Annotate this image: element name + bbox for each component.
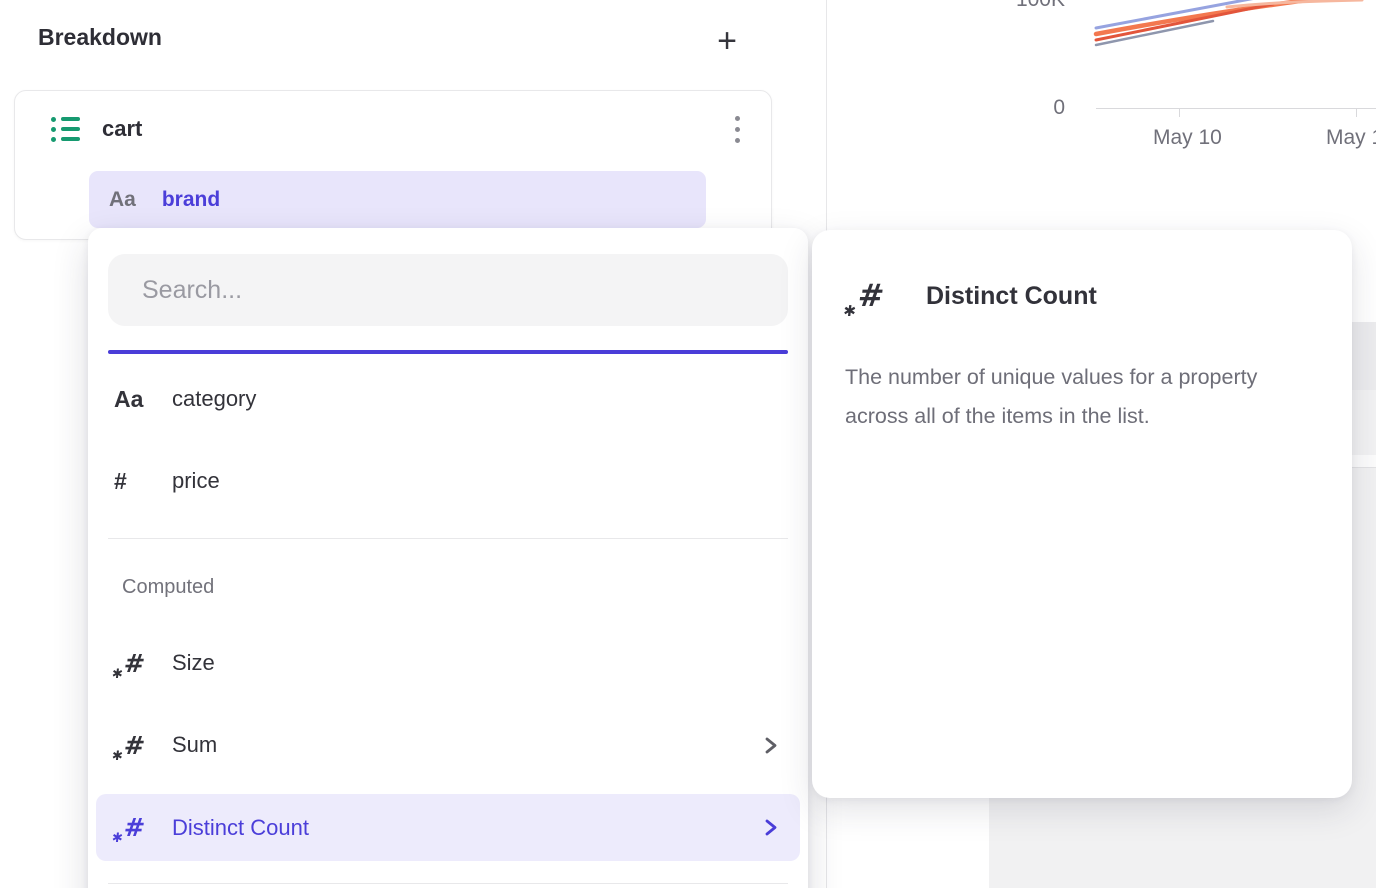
y-axis-tick-100k: 100K [1016, 0, 1065, 12]
property-dropdown: Aa category # price Computed #✱ Size #✱ … [88, 228, 808, 888]
tooltip-title: Distinct Count [926, 282, 1097, 311]
breakdown-card: cart Aa brand [14, 90, 772, 240]
property-item-price[interactable]: # price [96, 440, 800, 522]
add-breakdown-button[interactable]: + [706, 20, 748, 62]
search-input[interactable] [108, 254, 788, 326]
computed-item-size[interactable]: #✱ Size [96, 622, 800, 704]
text-type-icon: Aa [109, 188, 136, 212]
x-axis-tick [1179, 108, 1180, 117]
computed-section-label: Computed [122, 576, 214, 599]
list-icon [51, 117, 80, 142]
text-type-icon: Aa [114, 386, 172, 413]
x-axis-label-may10: May 10 [1153, 126, 1222, 150]
selected-property-chip[interactable]: Aa brand [89, 171, 706, 228]
property-item-label: price [172, 468, 220, 494]
chevron-right-icon [763, 736, 778, 755]
computed-number-icon: #✱ [114, 813, 172, 842]
computed-number-icon: #✱ [858, 278, 884, 314]
property-item-category[interactable]: Aa category [96, 358, 800, 440]
x-axis-tick [1356, 108, 1357, 117]
x-axis-label-may1: May 1 [1326, 126, 1376, 150]
list-name: cart [102, 116, 142, 142]
x-axis-line [1096, 108, 1376, 109]
computed-item-sum[interactable]: #✱ Sum [96, 704, 800, 786]
divider [108, 538, 788, 539]
divider [108, 883, 788, 884]
property-info-tooltip: #✱ Distinct Count The number of unique v… [812, 230, 1352, 798]
computed-item-label: Size [172, 650, 215, 676]
dropdown-accent-divider [108, 350, 788, 354]
more-options-button[interactable] [725, 107, 749, 151]
property-item-label: category [172, 386, 256, 412]
selected-property-name: brand [162, 188, 220, 212]
tooltip-description: The number of unique values for a proper… [845, 358, 1323, 435]
computed-item-distinct-count[interactable]: #✱ Distinct Count [96, 794, 800, 861]
computed-number-icon: #✱ [114, 731, 172, 760]
line-chart: 100K 0 May 10 May 1 [827, 0, 1376, 160]
breakdown-section-title: Breakdown [38, 24, 162, 51]
computed-number-icon: #✱ [114, 649, 172, 678]
chart-series-lines [827, 0, 1376, 60]
y-axis-tick-0: 0 [1053, 96, 1065, 120]
computed-item-label: Sum [172, 732, 217, 758]
computed-item-label: Distinct Count [172, 815, 309, 841]
number-type-icon: # [114, 468, 172, 495]
breakdown-list-row[interactable]: cart [51, 109, 142, 149]
chevron-right-icon [763, 818, 778, 837]
